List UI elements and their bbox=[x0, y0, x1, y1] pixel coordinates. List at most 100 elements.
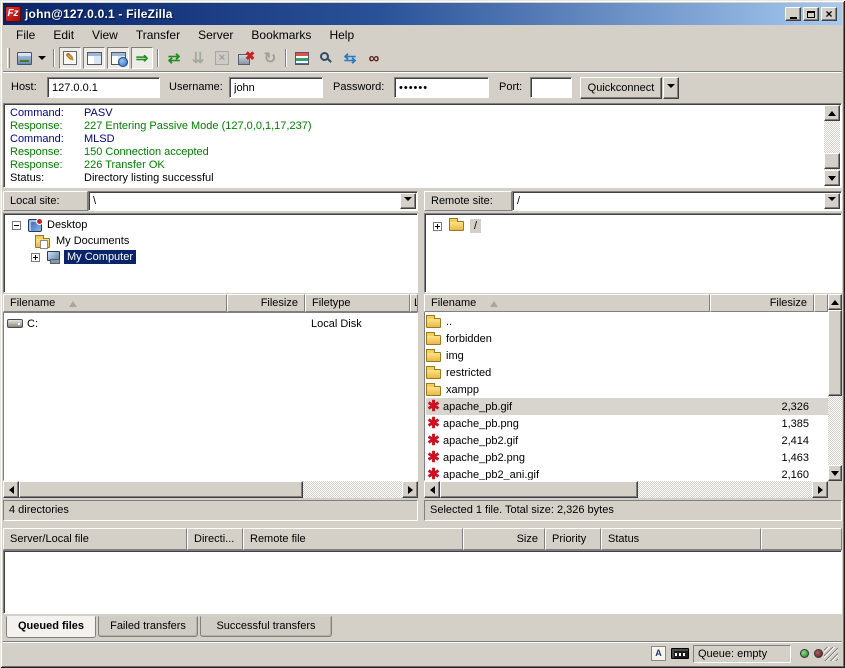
toggle-message-log-button[interactable]: ✎ bbox=[59, 47, 81, 69]
site-manager-dropdown[interactable] bbox=[35, 47, 49, 69]
directory-comparison-button[interactable] bbox=[315, 47, 337, 69]
menu-view[interactable]: View bbox=[83, 26, 127, 44]
remote-vscrollbar[interactable] bbox=[828, 294, 842, 481]
scroll-right-button[interactable] bbox=[402, 481, 418, 498]
toggle-remote-tree-button[interactable] bbox=[107, 47, 129, 69]
quickconnect-dropdown[interactable] bbox=[663, 77, 679, 99]
file-row[interactable]: ✱apache_pb2.gif2,414 bbox=[426, 432, 828, 449]
menu-edit[interactable]: Edit bbox=[44, 26, 83, 44]
column-header-priority[interactable]: Priority bbox=[545, 528, 601, 550]
local-status-text: 4 directories bbox=[3, 500, 418, 521]
local-site-dropdown[interactable] bbox=[400, 193, 416, 209]
scroll-right-button[interactable] bbox=[812, 481, 828, 498]
file-row-selected[interactable]: ✱apache_pb.gif2,326 bbox=[426, 398, 828, 415]
filter-button[interactable] bbox=[291, 47, 313, 69]
remote-site-dropdown[interactable] bbox=[824, 193, 840, 209]
column-header-filename[interactable]: Filename bbox=[3, 294, 227, 312]
scrollbar-thumb[interactable] bbox=[440, 481, 638, 498]
folder-icon bbox=[426, 352, 441, 362]
remote-hscrollbar[interactable] bbox=[424, 481, 828, 498]
menu-transfer[interactable]: Transfer bbox=[127, 26, 189, 44]
scroll-up-button[interactable] bbox=[824, 105, 840, 121]
toggle-queue-button[interactable]: ⇒ bbox=[131, 47, 153, 69]
file-row[interactable]: ✱apache_pb.png1,385 bbox=[426, 415, 828, 432]
cancel-operation-icon: × bbox=[215, 51, 229, 65]
file-row[interactable]: .. bbox=[426, 313, 828, 330]
tab-failed-transfers[interactable]: Failed transfers bbox=[98, 616, 198, 637]
file-row[interactable]: restricted bbox=[426, 364, 828, 381]
column-header-direction[interactable]: Directi... bbox=[187, 528, 243, 550]
scroll-down-button[interactable] bbox=[824, 170, 840, 186]
password-input[interactable] bbox=[394, 77, 489, 98]
transfer-type-icon[interactable]: A bbox=[651, 646, 666, 661]
toolbar-separator bbox=[157, 49, 159, 67]
chevron-down-icon bbox=[667, 84, 675, 92]
log-line: Response:150 Connection accepted bbox=[4, 146, 794, 159]
find-files-button[interactable]: ∞ bbox=[363, 47, 385, 69]
expand-icon[interactable] bbox=[433, 222, 442, 231]
file-row[interactable]: xampp bbox=[426, 381, 828, 398]
column-header-remote-file[interactable]: Remote file bbox=[243, 528, 463, 550]
menu-file[interactable]: File bbox=[7, 26, 44, 44]
expand-icon[interactable] bbox=[31, 253, 40, 262]
scroll-left-button[interactable] bbox=[3, 481, 19, 498]
toolbar-separator bbox=[53, 49, 55, 67]
scroll-up-button[interactable] bbox=[828, 294, 842, 310]
minimize-button[interactable] bbox=[785, 7, 801, 21]
file-row[interactable]: ✱apache_pb2_ani.gif2,160 bbox=[426, 466, 828, 481]
scroll-down-button[interactable] bbox=[828, 465, 842, 481]
tab-queued-files[interactable]: Queued files bbox=[6, 616, 96, 638]
remote-tree: / bbox=[424, 213, 842, 293]
file-row[interactable]: img bbox=[426, 347, 828, 364]
filezilla-window: Fz john@127.0.0.1 - FileZilla × File Edi… bbox=[0, 0, 845, 668]
scrollbar-thumb[interactable] bbox=[828, 310, 842, 396]
filezilla-logo-icon[interactable]: Fz bbox=[5, 6, 21, 22]
scrollbar-thumb[interactable] bbox=[824, 153, 840, 169]
column-header-filetype[interactable]: Filetype bbox=[305, 294, 410, 312]
window-title: john@127.0.0.1 - FileZilla bbox=[25, 7, 173, 21]
synchronized-browsing-button[interactable]: ⇆ bbox=[339, 47, 361, 69]
column-header-filesize[interactable]: Filesize bbox=[710, 294, 814, 312]
column-header-filesize[interactable]: Filesize bbox=[227, 294, 305, 312]
scroll-left-button[interactable] bbox=[424, 481, 440, 498]
tree-item-root[interactable]: / bbox=[433, 218, 481, 234]
refresh-button[interactable]: ⇄ bbox=[163, 47, 185, 69]
site-manager-button[interactable] bbox=[13, 47, 35, 69]
file-row[interactable]: forbidden bbox=[426, 330, 828, 347]
port-input[interactable] bbox=[530, 77, 572, 98]
collapse-icon[interactable] bbox=[12, 221, 21, 230]
tree-item-my-computer[interactable]: My Computer bbox=[31, 249, 136, 265]
tree-item-desktop[interactable]: Desktop bbox=[12, 217, 87, 233]
local-site-combo[interactable]: \ bbox=[88, 191, 418, 211]
file-row-c-drive[interactable]: C: Local Disk bbox=[7, 315, 416, 332]
tab-successful-transfers[interactable]: Successful transfers bbox=[200, 616, 332, 637]
quickconnect-button[interactable]: Quickconnect bbox=[580, 77, 662, 99]
column-header-lastmodified[interactable]: L bbox=[410, 294, 418, 312]
tree-item-my-documents[interactable]: My Documents bbox=[35, 233, 129, 249]
username-input[interactable] bbox=[229, 77, 323, 98]
cancel-operation-button[interactable]: × bbox=[211, 47, 233, 69]
file-name: xampp bbox=[446, 384, 479, 396]
menu-server[interactable]: Server bbox=[189, 26, 242, 44]
speed-limit-icon[interactable] bbox=[671, 648, 689, 659]
disconnect-button[interactable] bbox=[235, 47, 257, 69]
scrollbar-thumb[interactable] bbox=[19, 481, 303, 498]
menu-help[interactable]: Help bbox=[320, 26, 363, 44]
column-header-size[interactable]: Size bbox=[463, 528, 545, 550]
reconnect-button[interactable]: ↻ bbox=[259, 47, 281, 69]
menu-bookmarks[interactable]: Bookmarks bbox=[242, 26, 320, 44]
maximize-button[interactable] bbox=[803, 7, 819, 21]
column-header-filename[interactable]: Filename bbox=[424, 294, 710, 312]
column-header-status[interactable]: Status bbox=[601, 528, 761, 550]
host-input[interactable] bbox=[47, 77, 160, 98]
remote-site-combo[interactable]: / bbox=[512, 191, 842, 211]
log-scrollbar[interactable] bbox=[824, 105, 840, 186]
close-button[interactable]: × bbox=[821, 7, 837, 21]
process-queue-button[interactable]: ⇊ bbox=[187, 47, 209, 69]
toggle-local-tree-button[interactable] bbox=[83, 47, 105, 69]
username-label: Username: bbox=[169, 81, 223, 93]
file-row[interactable]: ✱apache_pb2.png1,463 bbox=[426, 449, 828, 466]
local-hscrollbar[interactable] bbox=[3, 481, 418, 498]
column-header-server-local-file[interactable]: Server/Local file bbox=[3, 528, 187, 550]
resize-grip[interactable] bbox=[824, 647, 838, 661]
